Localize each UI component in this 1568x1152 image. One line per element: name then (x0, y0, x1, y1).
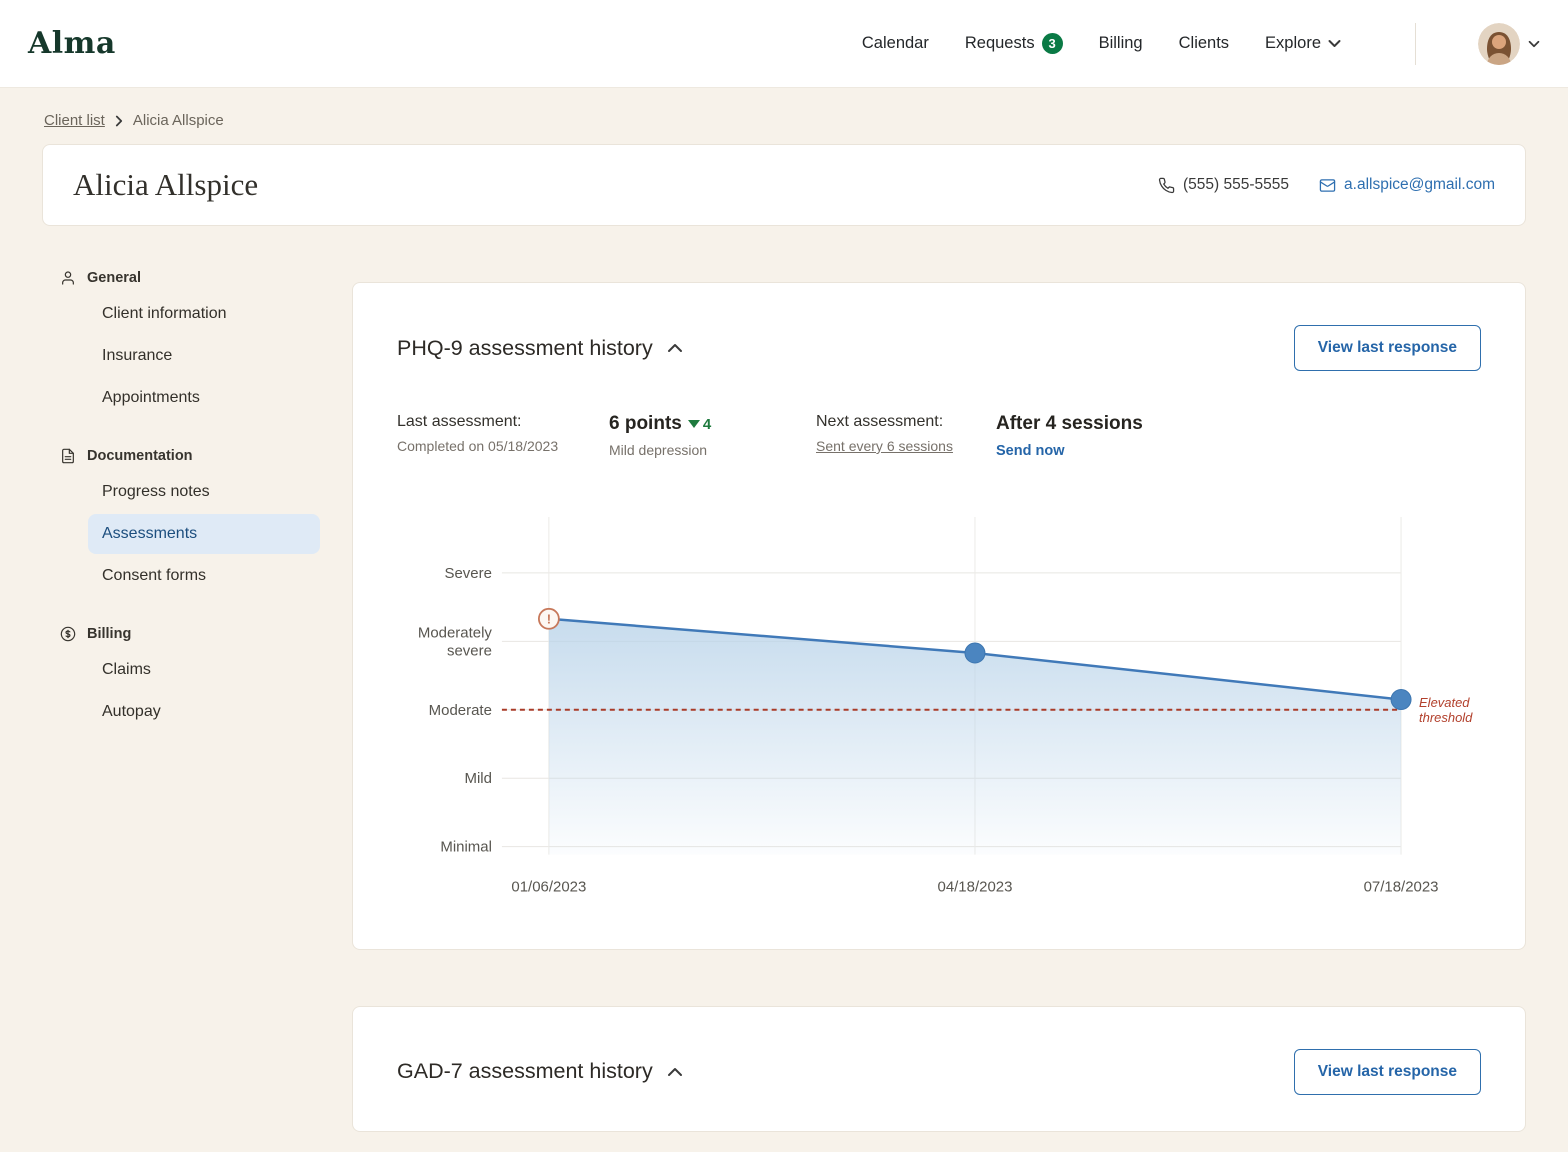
client-contact: (555) 555-5555 a.allspice@gmail.com (1158, 176, 1495, 194)
sidebar-section-general: General Client information Insurance App… (60, 266, 320, 418)
sidebar-item-progress-notes[interactable]: Progress notes (88, 472, 320, 512)
svg-text:07/18/2023: 07/18/2023 (1364, 879, 1439, 896)
sent-every-link[interactable]: Sent every 6 sessions (816, 438, 953, 454)
sidebar-item-client-information[interactable]: Client information (88, 294, 320, 334)
phq9-view-last-response-button[interactable]: View last response (1293, 325, 1481, 371)
phq9-chart-container: Severe Moderately severe Moderate Mild Minima… (397, 503, 1481, 913)
nav-calendar[interactable]: Calendar (862, 34, 929, 53)
breadcrumb: Client list Alicia Allspice (0, 88, 1568, 144)
sidebar-documentation-header: Documentation (60, 444, 320, 472)
gad7-view-last-response-button[interactable]: View last response (1293, 1048, 1481, 1095)
sidebar-section-documentation: Documentation Progress notes Assessments… (60, 444, 320, 596)
nav-items: Calendar Requests 3 Billing Clients Expl… (862, 22, 1540, 65)
points-value: 6 points (609, 413, 682, 434)
account-menu[interactable] (1478, 22, 1540, 65)
person-icon (62, 271, 74, 285)
svg-text:severe: severe (447, 642, 492, 659)
decrease-triangle-icon (687, 420, 700, 428)
gad7-title: GAD-7 assessment history (397, 1059, 653, 1084)
nav-clients[interactable]: Clients (1179, 34, 1229, 53)
svg-text:01/06/2023: 01/06/2023 (511, 879, 586, 896)
phq9-panel: PHQ-9 assessment history View last respo… (352, 282, 1526, 950)
svg-text:Mild: Mild (464, 770, 491, 787)
client-phone: (555) 555-5555 (1158, 176, 1289, 194)
svg-text:Minimal: Minimal (440, 839, 492, 856)
chevron-up-icon (667, 344, 682, 352)
page-body: General Client information Insurance App… (0, 226, 1568, 1132)
nav-requests[interactable]: Requests 3 (965, 33, 1063, 54)
top-nav: Alma Calendar Requests 3 Billing Clients… (0, 0, 1568, 88)
send-now-link[interactable]: Send now (996, 443, 1064, 459)
sidebar-item-claims[interactable]: Claims (88, 650, 320, 690)
phq9-chart: Severe Moderatelysevere Moderate Mild Minima… (418, 516, 1473, 896)
sidebar: General Client information Insurance App… (42, 266, 320, 758)
phq9-stats: Last assessment: Completed on 05/18/2023… (397, 413, 1481, 459)
svg-text:threshold: threshold (1419, 710, 1473, 725)
gad7-collapse-toggle[interactable]: GAD-7 assessment history (397, 1059, 683, 1084)
severity-label: Mild depression (609, 442, 708, 458)
sidebar-item-consent-forms[interactable]: Consent forms (88, 556, 320, 596)
email-icon (1319, 178, 1336, 192)
chevron-right-icon (115, 115, 122, 126)
client-name: Alicia Allspice (73, 167, 259, 202)
sidebar-item-assessments[interactable]: Assessments (88, 514, 320, 554)
last-assessment-date: Completed on 05/18/2023 (397, 438, 559, 454)
client-email-link[interactable]: a.allspice@gmail.com (1319, 176, 1495, 194)
phone-icon (1158, 177, 1175, 193)
phq9-collapse-toggle[interactable]: PHQ-9 assessment history (397, 336, 683, 361)
svg-text:04/18/2023: 04/18/2023 (938, 879, 1013, 896)
sidebar-item-insurance[interactable]: Insurance (88, 336, 320, 376)
points-stat: 6 points 4 Mild depression (609, 413, 816, 459)
sidebar-billing-header: Billing (60, 622, 320, 650)
chevron-up-icon (667, 1067, 682, 1076)
sidebar-general-header: General (60, 266, 320, 294)
breadcrumb-client-list-link[interactable]: Client list (44, 112, 105, 129)
breadcrumb-current: Alicia Allspice (132, 112, 224, 129)
svg-text:Severe: Severe (444, 565, 491, 582)
svg-text:!: ! (547, 611, 551, 626)
requests-count-badge: 3 (1041, 33, 1063, 54)
next-assessment-value: After 4 sessions (996, 413, 1143, 434)
alma-logo[interactable]: Alma (28, 26, 116, 61)
svg-text:Moderately: Moderately (418, 624, 493, 641)
sidebar-section-billing: Billing Claims Autopay (60, 622, 320, 732)
main-content: PHQ-9 assessment history View last respo… (352, 282, 1526, 1132)
nav-divider (1415, 22, 1416, 65)
sidebar-item-autopay[interactable]: Autopay (88, 692, 320, 732)
dollar-icon (60, 626, 76, 642)
client-header-card: Alicia Allspice (555) 555-5555 a.allspic… (42, 144, 1526, 226)
nav-explore[interactable]: Explore (1265, 34, 1341, 53)
phq9-title: PHQ-9 assessment history (397, 335, 653, 360)
svg-text:Moderate: Moderate (429, 702, 492, 719)
next-assessment-stat: Next assessment: Sent every 6 sessions (816, 413, 953, 454)
avatar[interactable] (1478, 22, 1520, 65)
gad7-panel: GAD-7 assessment history View last respo… (352, 1005, 1526, 1132)
chevron-down-icon (1328, 40, 1341, 47)
chevron-down-icon (1528, 40, 1540, 47)
document-icon (62, 448, 74, 464)
points-delta: 4 (687, 416, 711, 433)
sidebar-item-appointments[interactable]: Appointments (88, 378, 320, 418)
next-assessment-value-stat: After 4 sessions Send now (996, 413, 1481, 459)
svg-text:Elevated: Elevated (1419, 695, 1470, 710)
last-assessment-stat: Last assessment: Completed on 05/18/2023 (397, 413, 609, 459)
nav-billing[interactable]: Billing (1099, 34, 1143, 53)
